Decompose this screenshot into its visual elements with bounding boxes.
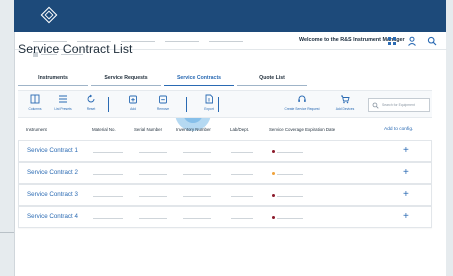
toolbar-separator [108, 97, 110, 112]
tab-instruments[interactable]: Instruments [18, 72, 88, 86]
equipment-search-input[interactable]: Search for Equipment [368, 98, 430, 112]
add-to-config-plus-button[interactable]: + [403, 145, 409, 157]
column-header-inventory-number[interactable]: Inventory Number [176, 127, 211, 132]
remove-label: Remove [156, 107, 170, 111]
headset-icon [298, 95, 306, 102]
add-to-config-plus-button[interactable]: + [403, 189, 409, 201]
export-icon [205, 94, 213, 104]
nav-menu-item[interactable] [165, 41, 199, 42]
rs-diamond-logo-icon[interactable] [40, 6, 58, 24]
add-button[interactable]: Add [116, 94, 150, 111]
column-header-instrument[interactable]: Instrument [26, 127, 47, 132]
reset-button[interactable]: Reset [74, 94, 108, 111]
column-header-lab-dept[interactable]: Lab/Dept. [230, 127, 249, 132]
tab-quote-list[interactable]: Quote List [237, 72, 307, 86]
add-to-config-plus-button[interactable]: + [403, 167, 409, 179]
remove-icon [159, 95, 167, 104]
create-service-request-button[interactable]: Create Service Request [280, 94, 324, 111]
list-icon [59, 95, 67, 103]
contract-link[interactable]: Service Contract 4 [27, 213, 78, 220]
toolbar-separator [186, 97, 188, 112]
table-row[interactable]: Service Contract 3 + [18, 184, 432, 206]
reset-icon [87, 94, 95, 103]
contract-link[interactable]: Service Contract 1 [27, 147, 78, 154]
nav-menu-item[interactable] [209, 41, 243, 42]
column-header-expiration-date[interactable]: Service Coverage Expiration Date [269, 127, 335, 132]
search-icon[interactable] [427, 36, 437, 46]
create-service-request-label: Create Service Request [284, 107, 320, 111]
search-icon [372, 102, 379, 109]
add-to-config-plus-button[interactable]: + [403, 211, 409, 223]
columns-icon [30, 94, 40, 104]
add-label: Add [130, 107, 136, 111]
status-dot [272, 172, 275, 175]
search-placeholder: Search for Equipment [382, 103, 415, 107]
status-dot [272, 216, 275, 219]
add-devices-button[interactable]: Add Devices [328, 94, 362, 111]
table-row[interactable]: Service Contract 2 + [18, 162, 432, 184]
toolbar-separator [218, 97, 220, 112]
status-dot [272, 150, 275, 153]
column-header-serial-number[interactable]: Serial Number [134, 127, 162, 132]
top-header-bar [14, 0, 446, 32]
background-guide-line [0, 232, 14, 233]
add-to-config-link[interactable]: Add to config. [384, 127, 413, 132]
column-header-material-no[interactable]: Material No. [92, 127, 116, 132]
contract-link[interactable]: Service Contract 2 [27, 169, 78, 176]
add-devices-label: Add Devices [335, 107, 355, 111]
tab-service-contracts[interactable]: Service Contracts [164, 72, 234, 86]
export-button[interactable]: Export [192, 94, 226, 111]
tab-service-requests[interactable]: Service Requests [91, 72, 161, 86]
remove-button[interactable]: Remove [146, 94, 180, 111]
cart-icon [341, 95, 350, 104]
status-dot [272, 194, 275, 197]
grid-icon[interactable] [387, 36, 397, 46]
user-icon[interactable] [407, 36, 417, 46]
toolbar: Columns List Presets Reset Add Remove Ex… [18, 90, 432, 118]
table-row[interactable]: Service Contract 1 + [18, 140, 432, 162]
tab-bar: Instruments Service Requests Service Con… [18, 72, 310, 86]
page-title: Service Contract List [18, 42, 133, 56]
export-label: Export [204, 107, 214, 111]
reset-label: Reset [86, 107, 96, 111]
table-header: Instrument Material No. Serial Number In… [18, 122, 432, 140]
contract-link[interactable]: Service Contract 3 [27, 191, 78, 198]
table-row[interactable]: Service Contract 4 + [18, 206, 432, 228]
add-icon [129, 95, 137, 104]
